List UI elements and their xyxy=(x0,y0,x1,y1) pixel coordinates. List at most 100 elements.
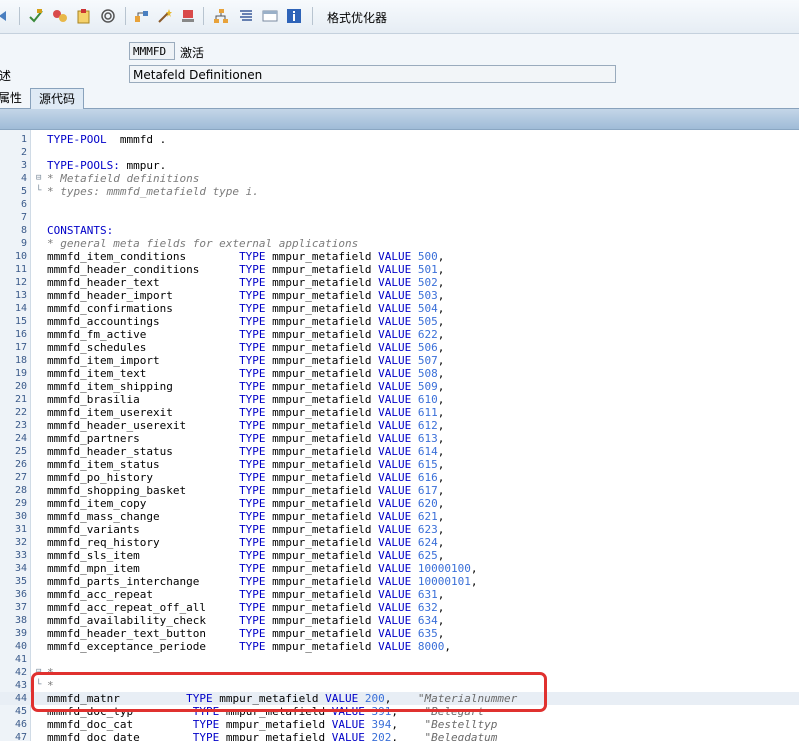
code-line[interactable]: 13 mmmfd_header_import TYPE mmpur_metafie… xyxy=(0,289,799,302)
code-token: , xyxy=(391,718,425,731)
code-token: TYPE xyxy=(239,289,266,302)
code-token: VALUE xyxy=(378,471,412,484)
code-line[interactable]: 15 mmmfd_accountings TYPE mmpur_metafield… xyxy=(0,315,799,328)
code-line[interactable]: 29 mmmfd_item_copy TYPE mmpur_metafield V… xyxy=(0,497,799,510)
info-icon[interactable] xyxy=(286,8,302,24)
code-line[interactable]: 35 mmmfd_parts_interchange TYPE mmpur_met… xyxy=(0,575,799,588)
code-line[interactable]: 46 mmmfd_doc_cat TYPE mmpur_metafield VAL… xyxy=(0,718,799,731)
tree-icon[interactable] xyxy=(134,8,150,24)
code-line[interactable]: 5 └ * types: mmmfd_metafield type i. xyxy=(0,185,799,198)
format-optimizer-button[interactable]: 格式优化器 xyxy=(327,9,387,26)
code-line[interactable]: 39 mmmfd_header_text_button TYPE mmpur_me… xyxy=(0,627,799,640)
code-line[interactable]: 22 mmmfd_item_userexit TYPE mmpur_metafie… xyxy=(0,406,799,419)
line-number: 21 xyxy=(14,394,27,405)
code-line[interactable]: 16 mmmfd_fm_active TYPE mmpur_metafield V… xyxy=(0,328,799,341)
code-line[interactable]: 33 mmmfd_sls_item TYPE mmpur_metafield VA… xyxy=(0,549,799,562)
window-icon[interactable] xyxy=(262,8,278,24)
code-line[interactable]: 11 mmmfd_header_conditions TYPE mmpur_met… xyxy=(0,263,799,276)
code-line[interactable]: 26 mmmfd_item_status TYPE mmpur_metafield… xyxy=(0,458,799,471)
code-token: mmpur_metafield xyxy=(265,601,379,614)
code-line[interactable]: 37 mmmfd_acc_repeat_off_all TYPE mmpur_me… xyxy=(0,601,799,614)
code-text: mmmfd_item_conditions TYPE mmpur_metafie… xyxy=(47,250,444,263)
code-token: mmpur_metafield xyxy=(265,380,379,393)
code-line[interactable]: 19 mmmfd_item_text TYPE mmpur_metafield V… xyxy=(0,367,799,380)
code-line[interactable]: 4 ⊟ * Metafield definitions xyxy=(0,172,799,185)
code-token: 623 xyxy=(417,523,438,536)
code-token: mmmfd_acc_repeat xyxy=(47,588,240,601)
code-line[interactable]: 2 xyxy=(0,146,799,159)
code-token: TYPE xyxy=(239,341,266,354)
code-editor[interactable]: 1 TYPE-POOL mmmfd . 2 3 TYPE-POOLS: mmpur. 4 ⊟… xyxy=(0,130,799,741)
code-line[interactable]: 21 mmmfd_brasilia TYPE mmpur_metafield VA… xyxy=(0,393,799,406)
code-line[interactable]: 14 mmmfd_confirmations TYPE mmpur_metafie… xyxy=(0,302,799,315)
code-token: 394 xyxy=(371,718,392,731)
code-line[interactable]: 41 xyxy=(0,653,799,666)
code-line[interactable]: 28 mmmfd_shopping_basket TYPE mmpur_metaf… xyxy=(0,484,799,497)
code-token: , xyxy=(470,562,478,575)
code-line[interactable]: 27 mmmfd_po_history TYPE mmpur_metafield … xyxy=(0,471,799,484)
code-token: mmmfd_availability_check xyxy=(47,614,240,627)
tab-source-code[interactable]: 源代码 xyxy=(30,88,85,109)
clipboard-icon[interactable] xyxy=(76,8,92,24)
code-line[interactable]: 40 mmmfd_exceptance_periode TYPE mmpur_me… xyxy=(0,640,799,653)
code-token: 617 xyxy=(417,484,438,497)
code-text: mmmfd_item_copy TYPE mmpur_metafield VAL… xyxy=(47,497,444,510)
code-line[interactable]: 12 mmmfd_header_text TYPE mmpur_metafield… xyxy=(0,276,799,289)
code-line[interactable]: 47 mmmfd_doc_date TYPE mmpur_metafield VA… xyxy=(0,731,799,741)
fold-toggle-icon[interactable]: ⊟ xyxy=(36,172,41,185)
code-token: mmpur_metafield xyxy=(265,263,379,276)
code-line[interactable]: 18 mmmfd_item_import TYPE mmpur_metafield… xyxy=(0,354,799,367)
code-line[interactable]: 6 xyxy=(0,198,799,211)
code-line[interactable]: 3 TYPE-POOLS: mmpur. xyxy=(0,159,799,172)
code-token: VALUE xyxy=(331,731,365,741)
code-line[interactable]: 20 mmmfd_item_shipping TYPE mmpur_metafie… xyxy=(0,380,799,393)
code-line[interactable]: 24 mmmfd_partners TYPE mmpur_metafield VA… xyxy=(0,432,799,445)
code-token: VALUE xyxy=(378,601,412,614)
code-token: , xyxy=(437,510,445,523)
code-line[interactable]: 31 mmmfd_variants TYPE mmpur_metafield VA… xyxy=(0,523,799,536)
code-token: VALUE xyxy=(378,250,412,263)
code-token: 507 xyxy=(417,354,438,367)
nav-arrow-icon[interactable] xyxy=(0,8,12,24)
code-line[interactable]: 32 mmmfd_req_history TYPE mmpur_metafield… xyxy=(0,536,799,549)
code-text: mmmfd_header_userexit TYPE mmpur_metafie… xyxy=(47,419,444,432)
code-token: mmpur_metafield xyxy=(265,471,379,484)
editor-title-bar xyxy=(0,109,799,130)
code-line[interactable]: 1 TYPE-POOL mmmfd . xyxy=(0,133,799,146)
code-line[interactable]: 30 mmmfd_mass_change TYPE mmpur_metafield… xyxy=(0,510,799,523)
code-line[interactable]: 8 CONSTANTS: xyxy=(0,224,799,237)
code-token: TYPE xyxy=(239,562,266,575)
code-token: 503 xyxy=(417,289,438,302)
line-number: 16 xyxy=(14,329,27,340)
code-line[interactable]: 36 mmmfd_acc_repeat TYPE mmpur_metafield … xyxy=(0,588,799,601)
code-line[interactable]: 17 mmmfd_schedules TYPE mmpur_metafield V… xyxy=(0,341,799,354)
pretty-print-icon[interactable] xyxy=(238,8,254,24)
description-field[interactable]: Metafeld Definitionen xyxy=(129,65,616,83)
code-line[interactable]: 10 mmmfd_item_conditions TYPE mmpur_metaf… xyxy=(0,250,799,263)
target-icon[interactable] xyxy=(100,8,116,24)
code-line[interactable]: 25 mmmfd_header_status TYPE mmpur_metafie… xyxy=(0,445,799,458)
code-token: TYPE xyxy=(239,471,266,484)
line-number: 17 xyxy=(14,342,27,353)
activate-icon[interactable] xyxy=(52,8,68,24)
wand-icon[interactable] xyxy=(157,8,173,24)
code-token: , xyxy=(437,354,445,367)
code-line[interactable]: 34 mmmfd_mpn_item TYPE mmpur_metafield VA… xyxy=(0,562,799,575)
line-number: 12 xyxy=(14,277,27,288)
check-icon[interactable] xyxy=(28,8,44,24)
code-line[interactable]: 7 xyxy=(0,211,799,224)
code-token: , xyxy=(437,445,445,458)
stamp-icon[interactable] xyxy=(180,8,196,24)
code-line[interactable]: 9 * general meta fields for external appl… xyxy=(0,237,799,250)
code-token: , xyxy=(437,536,445,549)
code-line[interactable]: 38 mmmfd_availability_check TYPE mmpur_me… xyxy=(0,614,799,627)
code-line[interactable]: 23 mmmfd_header_userexit TYPE mmpur_metaf… xyxy=(0,419,799,432)
hierarchy-icon[interactable] xyxy=(213,8,229,24)
tab-attributes[interactable]: 属性 xyxy=(0,88,22,108)
object-name-field[interactable]: MMMFD xyxy=(129,42,175,60)
code-token: , xyxy=(437,458,445,471)
code-token: mmpur_metafield xyxy=(265,523,379,536)
